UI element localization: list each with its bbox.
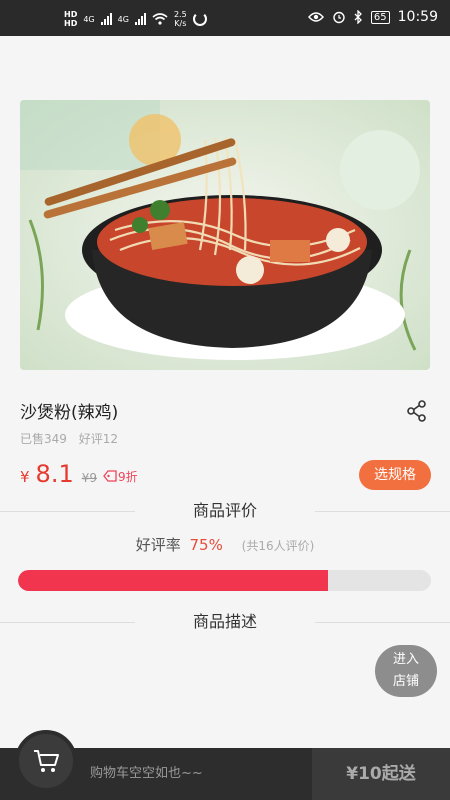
discount-badge: 9折 [103,468,138,485]
description-heading: 商品描述 [192,612,257,631]
rating-summary: 好评率 75% (共16人评价) [0,534,450,555]
description-section-header: 商品描述 [0,610,450,634]
enter-store-line2: 店铺 [392,674,419,689]
rating-label: 好评率 [135,536,181,554]
discount-label: 9折 [118,469,138,484]
share-button[interactable] [404,398,430,424]
bluetooth-icon [354,10,362,24]
sales-stats: 已售349 好评12 [20,430,126,447]
sync-icon [192,12,207,26]
rating-percent: 75% [189,536,223,554]
reviews-heading: 商品评价 [192,501,257,520]
alarm-icon [333,11,345,24]
network-speed: 2.5 K/s [173,10,187,28]
share-icon [407,400,426,422]
wifi-icon [152,13,168,25]
clock: 10:59 [397,9,438,25]
network-type-2: 4G [117,14,129,24]
price-row: ¥ 8.1 ¥9 9折 [20,460,138,488]
review-count: (共16人评价) [241,539,315,553]
cart-empty-text: 购物车空空如也~~ [90,766,203,781]
status-bar-right: 65 10:59 [307,9,438,25]
good-review-count: 好评12 [78,432,119,446]
status-bar-left: HD HD 4G 4G 2.5 K/s [64,10,207,28]
sold-count: 已售349 [20,432,67,446]
shopping-cart-icon [34,750,59,772]
signal-icon [100,13,112,25]
min-order-button[interactable]: ¥10起送 [312,748,450,800]
eye-icon [307,12,324,22]
hd-indicator: HD HD [64,10,78,28]
product-image[interactable] [20,100,430,370]
price: 8.1 [35,460,74,488]
rating-progress-fill [18,570,328,591]
currency-symbol: ¥ [20,468,30,486]
tag-icon [103,470,117,482]
noodle-dish-photo [20,100,430,370]
original-price: ¥9 [81,471,97,485]
status-bar: HD HD 4G 4G 2.5 K/s 65 10:59 [0,0,450,36]
signal-icon-2 [134,13,146,25]
product-title: 沙煲粉(辣鸡) [20,403,119,423]
enter-store-line1: 进入 [392,652,419,667]
cart-button[interactable] [15,730,77,792]
reviews-section-header: 商品评价 [0,499,450,523]
network-type-1: 4G [83,14,95,24]
enter-store-button[interactable]: 进入 店铺 [375,645,437,697]
battery-icon: 65 [370,10,390,24]
select-spec-button[interactable]: 选规格 [359,460,431,490]
rating-progress-bar [18,570,431,591]
